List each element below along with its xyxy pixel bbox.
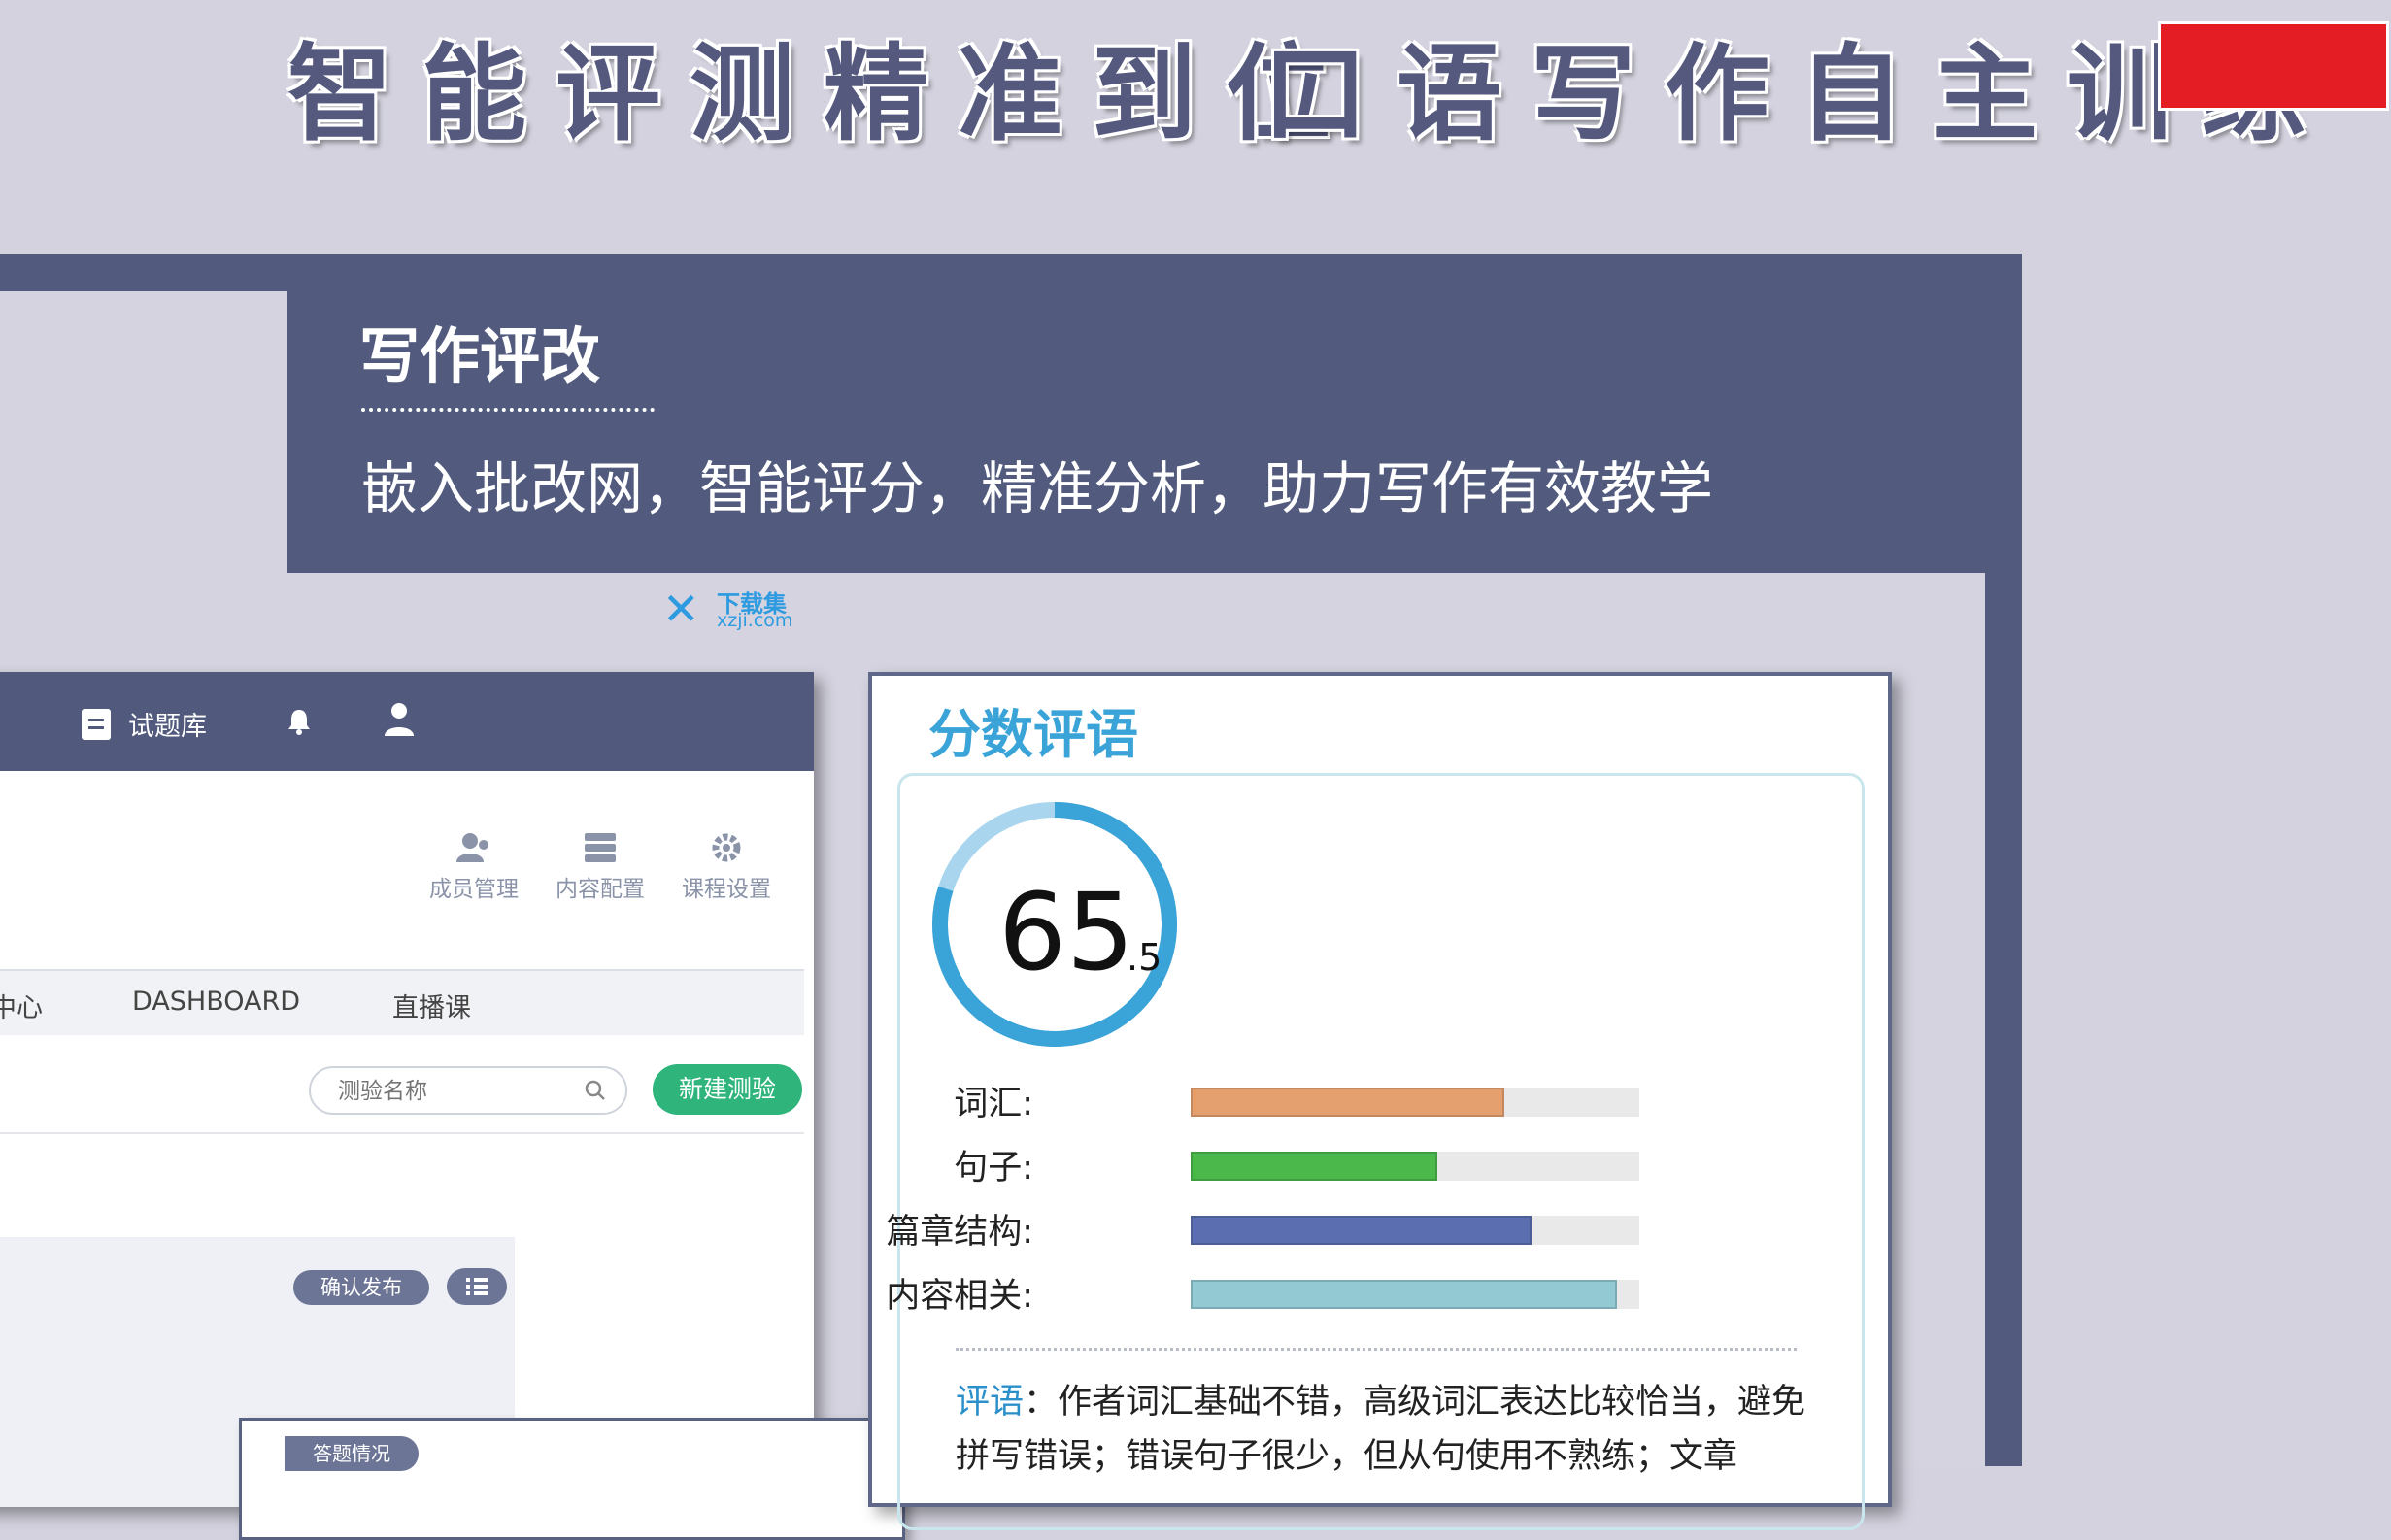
section-divider bbox=[361, 408, 655, 412]
list-view-button[interactable] bbox=[447, 1268, 507, 1305]
course-label: 课程设置 bbox=[682, 877, 771, 902]
comment-key: 评语 bbox=[956, 1383, 1025, 1422]
metric-bar-content bbox=[1191, 1280, 1639, 1309]
comment-text: 评语：作者词汇基础不错，高级词汇表达比较恰当，避免拼写错误；错误句子很少，但从句… bbox=[956, 1375, 1810, 1484]
tab-live[interactable]: 直播课 bbox=[392, 987, 471, 1024]
server-icon bbox=[585, 833, 616, 862]
tab-dashboard[interactable]: DASHBOARD bbox=[132, 987, 300, 1017]
score-card: 分数评语 65 .5 词汇: 句子: 篇章结构: 内容相关: 评语：作者词汇基础… bbox=[868, 672, 1892, 1530]
score-value: 65 bbox=[998, 870, 1134, 994]
watermark-x-icon: ✕ bbox=[662, 583, 700, 635]
content-label: 内容配置 bbox=[556, 877, 645, 902]
content-tool[interactable]: 内容配置 bbox=[554, 831, 647, 903]
metric-fill-structure bbox=[1191, 1216, 1532, 1245]
search-box[interactable] bbox=[309, 1066, 627, 1115]
section-description: 嵌入批改网，智能评分，精准分析，助力写作有效教学 bbox=[361, 455, 1714, 521]
user-icon[interactable] bbox=[383, 701, 416, 738]
members-icon bbox=[456, 833, 488, 862]
document-icon bbox=[82, 708, 111, 740]
list-icon bbox=[466, 1278, 488, 1295]
app-window: 试题库 成员管理 内容配置 课程设置 中心 DASHBOARD 直播课 测验名称… bbox=[0, 672, 814, 1507]
comment-body: ：作者词汇基础不错，高级词汇表达比较恰当，避免拼写错误；错误句子很少，但从句使用… bbox=[956, 1383, 1806, 1476]
metric-label-structure: 篇章结构: bbox=[886, 1213, 1033, 1252]
watermark-logo: ✕ 下载集 xzji.com bbox=[662, 583, 798, 635]
app-topbar: 试题库 bbox=[0, 672, 814, 771]
confirm-publish-button[interactable]: 确认发布 bbox=[293, 1270, 429, 1305]
bell-icon[interactable] bbox=[286, 707, 313, 736]
red-accent-block bbox=[2158, 21, 2389, 111]
metric-label-vocab: 词汇: bbox=[954, 1085, 1033, 1123]
score-decimal: .5 bbox=[1127, 936, 1162, 979]
members-label: 成员管理 bbox=[429, 877, 519, 902]
members-tool[interactable]: 成员管理 bbox=[427, 831, 521, 903]
comment-divider bbox=[956, 1348, 1797, 1351]
metric-label-content: 内容相关: bbox=[886, 1277, 1033, 1316]
nav-question-bank-label: 试题库 bbox=[128, 712, 207, 742]
answer-window: 答题情况 bbox=[239, 1418, 905, 1540]
score-card-title: 分数评语 bbox=[928, 704, 1138, 765]
content-divider bbox=[0, 1132, 804, 1134]
tab-center[interactable]: 中心 bbox=[0, 987, 43, 1024]
nav-question-bank[interactable]: 试题库 bbox=[82, 705, 207, 743]
search-icon[interactable] bbox=[585, 1080, 606, 1101]
frame-left-panel bbox=[0, 291, 287, 573]
metric-bar-structure bbox=[1191, 1216, 1639, 1245]
tab-bar: 中心 DASHBOARD 直播课 bbox=[0, 969, 804, 1035]
headline-left: 智能评测精准到位 bbox=[287, 34, 1361, 155]
toolbar: 成员管理 内容配置 课程设置 bbox=[427, 831, 773, 903]
metric-bar-sentence bbox=[1191, 1152, 1639, 1181]
metric-bar-vocab bbox=[1191, 1088, 1639, 1117]
section-title: 写作评改 bbox=[359, 320, 601, 391]
search-input[interactable] bbox=[336, 1078, 573, 1105]
gear-icon bbox=[712, 833, 741, 862]
metric-fill-sentence bbox=[1191, 1152, 1438, 1181]
watermark-url: xzji.com bbox=[717, 610, 793, 631]
metric-label-sentence: 句子: bbox=[954, 1149, 1033, 1188]
metric-fill-content bbox=[1191, 1280, 1617, 1309]
course-tool[interactable]: 课程设置 bbox=[680, 831, 773, 903]
metric-fill-vocab bbox=[1191, 1088, 1505, 1117]
